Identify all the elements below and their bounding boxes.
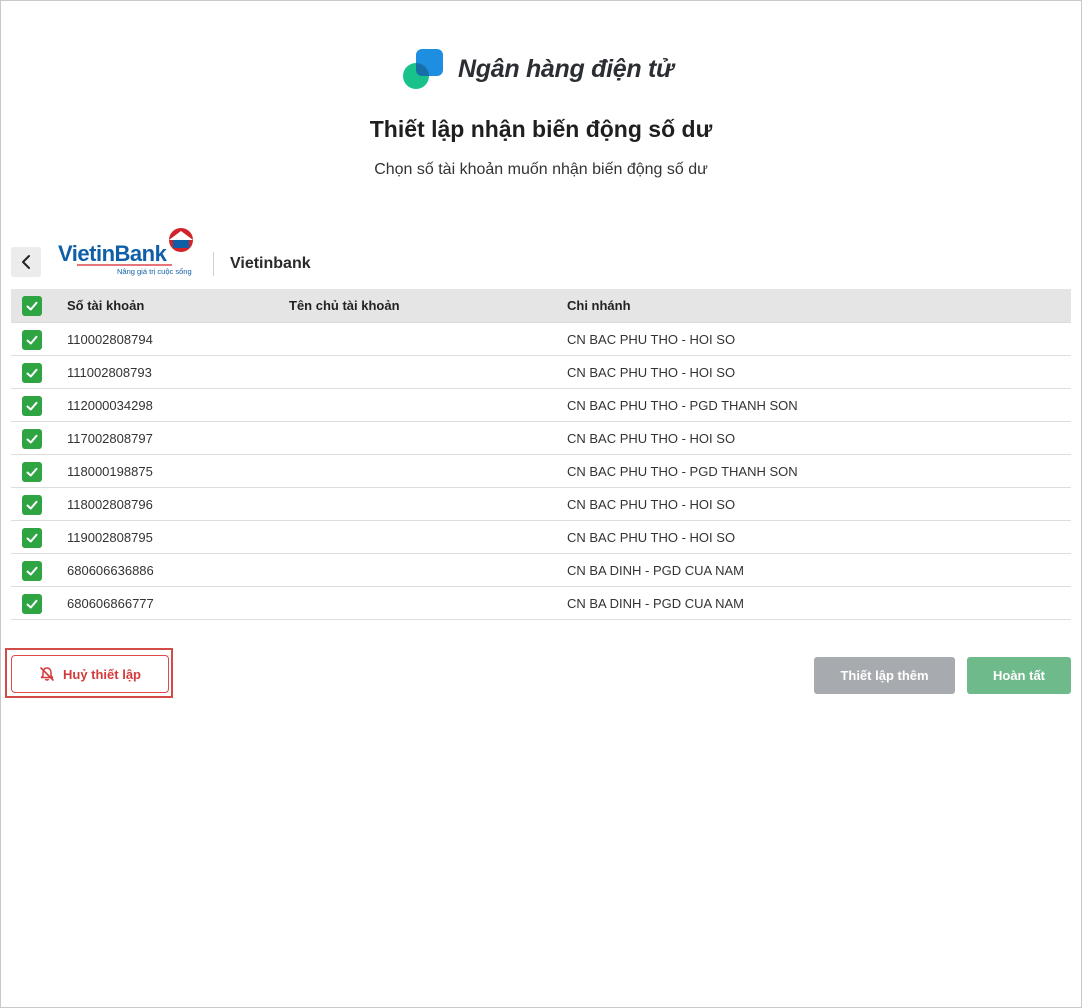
branch-cell: CN BA DINH - PGD CUA NAM (567, 596, 744, 611)
header-account-owner: Tên chủ tài khoản (289, 298, 400, 313)
account-number-cell: 118002808796 (67, 497, 153, 512)
page-subtitle: Chọn số tài khoản muốn nhận biến động số… (374, 161, 708, 178)
check-icon (26, 434, 38, 444)
back-button[interactable] (11, 247, 41, 277)
account-number-cell: 111002808793 (67, 365, 152, 380)
brand-logo-icon (402, 48, 444, 90)
branch-cell: CN BAC PHU THO - PGD THANH SON (567, 464, 798, 479)
row-checkbox[interactable] (22, 561, 42, 581)
svg-text:Nâng giá trị cuộc sống: Nâng giá trị cuộc sống (117, 267, 192, 276)
chevron-left-icon (22, 255, 30, 269)
table-body: 110002808794 CN BAC PHU THO - HOI SO 11100… (11, 323, 1071, 620)
row-checkbox[interactable] (22, 363, 42, 383)
brand-name: Ngân hàng điện tử (458, 54, 674, 83)
row-checkbox[interactable] (22, 330, 42, 350)
account-number-cell: 118000198875 (67, 464, 153, 479)
select-all-checkbox[interactable] (22, 296, 42, 316)
check-icon (26, 368, 38, 378)
table-row[interactable]: 118000198875 CN BAC PHU THO - PGD THANH S… (11, 455, 1071, 488)
row-checkbox[interactable] (22, 594, 42, 614)
branch-cell: CN BAC PHU THO - HOI SO (567, 497, 736, 512)
account-number-cell: 680606636886 (67, 563, 154, 578)
table-row[interactable]: 119002808795 CN BAC PHU THO - HOI SO (11, 521, 1071, 554)
check-icon (26, 599, 38, 609)
divider (213, 252, 214, 276)
branch-cell: CN BAC PHU THO - PGD THANH SON (567, 398, 798, 413)
done-button[interactable]: Hoàn tất (967, 657, 1071, 694)
setup-more-button[interactable]: Thiết lập thêm (814, 657, 955, 694)
table-row[interactable]: 110002808794 CN BAC PHU THO - HOI SO (11, 323, 1071, 356)
row-checkbox[interactable] (22, 495, 42, 515)
cancel-setup-button[interactable]: Huỷ thiết lập (11, 655, 169, 693)
row-checkbox[interactable] (22, 462, 42, 482)
page-title: Thiết lập nhận biến động số dư (369, 116, 713, 142)
table-row[interactable]: 680606866777 CN BA DINH - PGD CUA NAM (11, 587, 1071, 620)
check-icon (26, 467, 38, 477)
check-icon (26, 401, 38, 411)
branch-cell: CN BAC PHU THO - HOI SO (567, 431, 736, 446)
accounts-table: Số tài khoản Tên chủ tài khoản Chi nhánh… (11, 289, 1071, 620)
check-icon (26, 500, 38, 510)
account-number-cell: 680606866777 (67, 596, 154, 611)
branch-cell: CN BAC PHU THO - HOI SO (567, 530, 736, 545)
check-icon (26, 301, 38, 311)
account-number-cell: 110002808794 (67, 332, 153, 347)
account-number-cell: 119002808795 (67, 530, 153, 545)
cancel-setup-label: Huỷ thiết lập (62, 666, 141, 682)
table-header: Số tài khoản Tên chủ tài khoản Chi nhánh (11, 289, 1071, 323)
branch-cell: CN BA DINH - PGD CUA NAM (567, 563, 744, 578)
row-checkbox[interactable] (22, 528, 42, 548)
brand-header: Ngân hàng điện tử (402, 46, 674, 92)
account-number-cell: 117002808797 (67, 431, 153, 446)
bank-name: Vietinbank (230, 255, 311, 272)
branch-cell: CN BAC PHU THO - HOI SO (567, 365, 736, 380)
check-icon (26, 566, 38, 576)
branch-cell: CN BAC PHU THO - HOI SO (567, 332, 736, 347)
account-number-cell: 112000034298 (67, 398, 153, 413)
table-row[interactable]: 680606636886 CN BA DINH - PGD CUA NAM (11, 554, 1071, 587)
table-row[interactable]: 118002808796 CN BAC PHU THO - HOI SO (11, 488, 1071, 521)
check-icon (26, 335, 38, 345)
check-icon (26, 533, 38, 543)
header-branch: Chi nhánh (567, 298, 631, 313)
table-row[interactable]: 117002808797 CN BAC PHU THO - HOI SO (11, 422, 1071, 455)
table-row[interactable]: 112000034298 CN BAC PHU THO - PGD THANH S… (11, 389, 1071, 422)
header-account-number: Số tài khoản (67, 298, 145, 313)
svg-text:VietinBank: VietinBank (58, 241, 168, 266)
row-checkbox[interactable] (22, 429, 42, 449)
bell-off-icon (40, 667, 54, 681)
vietinbank-logo: VietinBank Nâng giá trị cuộc sống (57, 227, 199, 279)
table-row[interactable]: 111002808793 CN BAC PHU THO - HOI SO (11, 356, 1071, 389)
row-checkbox[interactable] (22, 396, 42, 416)
